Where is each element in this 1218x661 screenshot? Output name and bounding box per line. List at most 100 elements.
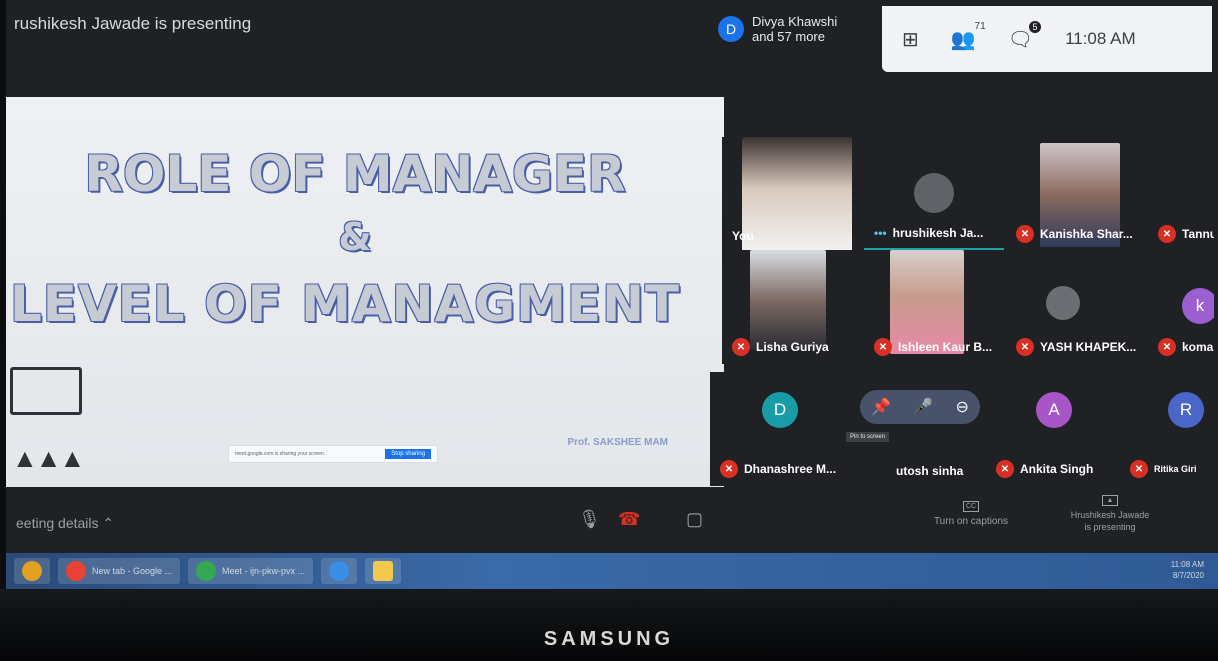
tile-name: ✕ Kanishka Shar... [1016,225,1133,243]
participant-name: Ishleen Kaur B... [898,340,993,354]
mic-off-icon: ✕ [1130,460,1148,478]
video-feed [750,250,826,350]
participant-name: Kanishka Shar... [1040,227,1133,241]
participant-name: Dhanashree M... [744,462,837,476]
screen-share-bar: meet.google.com is sharing your screen. … [228,445,438,463]
presentation-slide: ROLE OF MANAGER & LEVEL OF MANAGMENT ▲▲▲… [6,97,724,487]
tile-name: ✕ komal bi [1158,338,1214,356]
chrome-icon [66,561,86,581]
people-count: 71 [974,20,986,32]
participant-tile[interactable]: R ✕ Ritika Giri [1120,372,1214,486]
hang-up-icon[interactable]: ☎ [618,509,640,530]
tile-name: ✕ Lisha Guriya [732,338,829,356]
windows-taskbar: New tab - Google ... Meet - ijn-pkw-pvx … [6,553,1218,589]
participant-tile[interactable]: ✕ Tannu [1148,137,1214,251]
participant-tile[interactable]: ✕ Lisha Guriya [722,250,862,364]
participant-name: Lisha Guriya [756,340,829,354]
avatar: D [718,16,744,42]
taskbar-label: New tab - Google ... [92,566,173,576]
participants-text: Divya Khawshi and 57 more [752,14,837,44]
participant-tile[interactable]: ✕ YASH KHAPEK... [1006,250,1146,364]
folder-icon [373,561,394,581]
video-feed [914,173,954,213]
top-right-panel: ⊞ 👥 71 🗨 5 11:08 AM [882,6,1212,72]
present-button[interactable]: ▲ Hrushikesh Jawade is presenting [1062,493,1158,533]
mic-off-icon: ✕ [996,460,1014,478]
slide-title-line2: LEVEL OF MANAGMENT [9,275,681,333]
captions-icon: CC [963,501,979,512]
tile-name: utosh sinha [896,464,963,478]
participant-name: Ritika Giri [1154,464,1197,474]
start-button[interactable] [14,558,50,584]
present-icon: ▲ [1102,495,1118,506]
mic-off-icon: ✕ [1158,338,1176,356]
tile-name: ✕ Ishleen Kaur B... [874,338,992,356]
grid-layout-icon[interactable]: ⊞ [902,27,919,52]
presenter-banner: rushikesh Jawade is presenting [14,14,252,33]
participant-name: utosh sinha [896,464,964,478]
share-message: meet.google.com is sharing your screen. [235,451,326,457]
participant-tile[interactable]: ✕ Ishleen Kaur B... [864,250,1004,364]
chat-icon[interactable]: 🗨 5 [1008,20,1042,52]
meeting-details-button[interactable]: eeting details ⌃ [16,515,114,532]
slide-ampersand: & [338,215,372,259]
tray-time: 11:08 AM [1170,560,1204,569]
participant-name: You [732,229,754,243]
mic-off-icon: ✕ [874,338,892,356]
present-label-2: is presenting [1084,522,1136,532]
tile-name: ✕ Ritika Giri [1130,460,1197,478]
mic-off-icon: ✕ [1016,225,1034,243]
pin-icon[interactable]: 📌 [871,397,891,417]
taskbar-label: Meet - ijn-pkw-pvx ... [222,566,306,576]
taskbar-item-explorer[interactable] [365,558,402,584]
internet-explorer-icon [329,561,350,581]
clock: 11:08 AM [1065,29,1136,48]
present-label-1: Hrushikesh Jawade [1070,510,1150,520]
taskbar-item-chrome-2[interactable]: Meet - ijn-pkw-pvx ... [188,558,314,584]
participants-name: Divya Khawshi [752,14,838,29]
tile-name: ✕ Dhanashree M... [720,460,836,478]
participant-name: komal bi [1182,340,1214,354]
participants-more: and 57 more [752,29,825,44]
tile-name: ••• hrushikesh Ja... [874,226,983,240]
chat-count-badge: 5 [1029,20,1042,33]
captions-label: Turn on captions [933,516,1009,527]
system-tray: 11:08 AM 8/7/2020 [1171,559,1204,581]
participant-name: YASH KHAPEK... [1040,340,1137,354]
participant-name: hrushikesh Ja... [892,226,984,240]
participant-tile[interactable]: k ✕ komal bi [1148,250,1214,364]
tile-name: You [732,229,754,243]
participants-chip[interactable]: D Divya Khawshi and 57 more [718,14,837,44]
captions-button[interactable]: CC Turn on captions [926,499,1016,528]
participant-name: Tannu [1182,227,1214,241]
bottom-bar: eeting details ⌃ 🎙 ☎ ▢ CC Turn on captio… [6,487,1218,553]
participant-tile[interactable]: A ✕ Ankita Singh [986,372,1118,486]
video-feed [1046,286,1080,320]
taskbar-item-ie[interactable] [321,558,358,584]
avatar: D [762,392,798,428]
tray-date: 8/7/2020 [1172,571,1204,580]
tile-name: ✕ YASH KHAPEK... [1016,338,1136,356]
participant-tile[interactable]: D ✕ Dhanashree M... [710,372,856,486]
participant-tile[interactable]: ✕ Kanishka Shar... [1006,137,1146,251]
taskbar-item-chrome-1[interactable]: New tab - Google ... [58,558,181,584]
microphone-icon[interactable]: 🎙 [578,509,601,530]
video-feed [742,137,852,251]
mute-participant-icon[interactable]: 🎤 [913,397,933,417]
slide-professor: Prof. SAKSHEE MAM [567,437,668,448]
participant-tile[interactable]: ••• hrushikesh Ja... [864,137,1004,251]
start-icon [22,561,42,581]
meeting-details-label: eeting details [16,515,99,531]
tile-name: ✕ Ankita Singh [996,460,1093,478]
mic-off-icon: ✕ [732,338,750,356]
slide-title-line1: ROLE OF MANAGER [84,145,626,203]
remove-icon[interactable]: ⊖ [955,397,968,417]
participant-tile[interactable]: You [722,137,862,251]
camera-icon[interactable]: ▢ [686,509,703,530]
people-icon[interactable]: 👥 71 [951,21,986,52]
stop-sharing-button[interactable]: Stop sharing [385,449,431,459]
avatar: R [1168,392,1204,428]
audience-icon: ▲▲▲ [12,443,85,473]
chevron-up-icon: ⌃ [102,515,115,531]
mic-off-icon: ✕ [720,460,738,478]
